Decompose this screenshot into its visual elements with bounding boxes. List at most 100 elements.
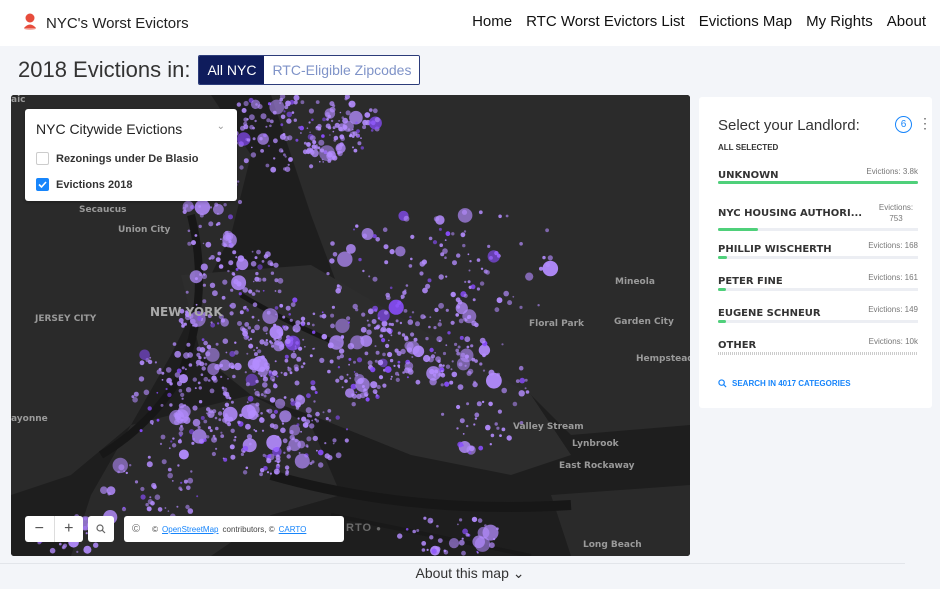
- eviction-dot: [400, 348, 406, 355]
- checkbox-evictions-2018[interactable]: [36, 178, 49, 191]
- eviction-dot: [177, 439, 182, 444]
- eviction-dot: [395, 377, 400, 382]
- eviction-dot: [355, 308, 359, 312]
- checkbox-rezonings[interactable]: [36, 152, 49, 165]
- eviction-dot: [313, 145, 319, 150]
- filter-title: 2018 Evictions in:: [18, 57, 191, 82]
- eviction-dot: [542, 260, 559, 277]
- eviction-dot: [212, 434, 216, 438]
- category-item[interactable]: PETER FINE Evictions: 161: [718, 271, 918, 291]
- eviction-dot: [367, 360, 373, 366]
- eviction-dot: [537, 304, 540, 307]
- category-item[interactable]: UNKNOWN Evictions: 3.8k: [718, 165, 918, 185]
- eviction-dot: [353, 371, 356, 373]
- nav-my-rights[interactable]: My Rights: [806, 13, 873, 30]
- eviction-dot: [178, 374, 188, 384]
- category-bar: [718, 228, 918, 231]
- eviction-dot: [366, 329, 372, 335]
- eviction-dot: [342, 120, 354, 132]
- search-icon: [96, 524, 106, 534]
- nav-evictions-map[interactable]: Evictions Map: [699, 13, 792, 30]
- eviction-dot: [229, 311, 234, 316]
- eviction-dot: [234, 362, 242, 371]
- eviction-dot: [253, 429, 256, 431]
- eviction-dot: [512, 295, 515, 298]
- category-item[interactable]: PHILLIP WISCHERTH Evictions: 168: [718, 239, 918, 259]
- eviction-dot: [409, 315, 412, 319]
- eviction-dot: [255, 346, 259, 349]
- search-categories-link[interactable]: SEARCH IN 4017 CATEGORIES: [718, 379, 851, 388]
- eviction-dot: [239, 413, 243, 417]
- category-item[interactable]: NYC HOUSING AUTHORI... Evictions: 753: [718, 202, 918, 231]
- eviction-dot: [431, 548, 437, 554]
- eviction-dot: [525, 390, 530, 394]
- eviction-dot: [340, 136, 346, 141]
- eviction-dot: [335, 452, 342, 459]
- eviction-dot: [240, 452, 244, 456]
- all-nyc-button[interactable]: All NYC: [199, 56, 265, 84]
- eviction-dot: [473, 380, 476, 384]
- brand[interactable]: NYC's Worst Evictors: [22, 12, 189, 35]
- eviction-dot: [146, 461, 153, 468]
- nav-about[interactable]: About: [887, 13, 926, 30]
- eviction-dot: [309, 354, 313, 358]
- eviction-dot: [311, 323, 315, 327]
- layer-dropdown[interactable]: NYC Citywide Evictions: [36, 121, 182, 137]
- nav-rtc-worst-evictors-list[interactable]: RTC Worst Evictors List: [526, 13, 685, 30]
- eviction-dot: [311, 419, 314, 422]
- eviction-dot: [466, 424, 469, 428]
- about-this-map-toggle[interactable]: About this map ⌄: [0, 565, 940, 582]
- category-value: Evictions: 149: [868, 305, 918, 314]
- map-label-new-york: NEW YORK: [150, 305, 223, 319]
- eviction-dot: [173, 412, 179, 418]
- eviction-dot: [434, 352, 436, 354]
- eviction-dot: [322, 411, 325, 414]
- eviction-dot: [198, 356, 202, 360]
- eviction-dot: [190, 470, 193, 473]
- category-item[interactable]: OTHER Evictions: 10k: [718, 335, 918, 355]
- eviction-dot: [345, 388, 355, 398]
- eviction-dot: [476, 401, 482, 407]
- openstreetmap-link[interactable]: OpenStreetMap: [162, 525, 218, 534]
- eviction-dot: [199, 273, 202, 276]
- zoom-in-button[interactable]: +: [55, 516, 84, 542]
- eviction-dot: [518, 365, 524, 371]
- eviction-dot: [306, 393, 311, 399]
- eviction-dot: [167, 510, 170, 512]
- eviction-dot: [329, 258, 335, 264]
- eviction-dot: [269, 124, 272, 128]
- nav-home[interactable]: Home: [472, 13, 512, 30]
- eviction-dot: [524, 378, 528, 382]
- eviction-dot: [444, 381, 450, 387]
- eviction-dot: [300, 100, 305, 105]
- zoom-out-button[interactable]: −: [25, 516, 55, 542]
- layer-evictions-2018[interactable]: Evictions 2018: [36, 178, 132, 191]
- rtc-eligible-zipcodes-button[interactable]: RTC-Eligible Zipcodes: [264, 56, 420, 84]
- eviction-dot: [313, 400, 316, 403]
- attribution-icon[interactable]: ©: [132, 523, 140, 535]
- more-vertical-icon[interactable]: ⋮: [918, 115, 932, 132]
- eviction-dot: [276, 328, 282, 334]
- eviction-dot: [309, 462, 313, 465]
- map-search-button[interactable]: [88, 516, 114, 542]
- eviction-dot: [512, 401, 518, 407]
- eviction-dot: [254, 324, 260, 331]
- eviction-dot: [222, 279, 228, 285]
- eviction-dot: [377, 359, 384, 366]
- layer-rezonings[interactable]: Rezonings under De Blasio: [36, 152, 198, 165]
- eviction-dot: [539, 266, 543, 271]
- eviction-dot: [374, 117, 380, 123]
- eviction-dot: [286, 454, 291, 459]
- eviction-dot: [410, 332, 415, 337]
- carto-link[interactable]: CARTO: [279, 525, 307, 534]
- category-item[interactable]: EUGENE SCHNEUR Evictions: 149: [718, 303, 918, 323]
- eviction-dot: [489, 443, 492, 446]
- eviction-dot: [390, 334, 393, 337]
- eviction-dot: [369, 108, 373, 112]
- eviction-dot: [525, 272, 534, 281]
- eviction-dot: [447, 331, 451, 335]
- chevron-down-icon[interactable]: ⌄: [217, 121, 225, 132]
- eviction-dot: [241, 327, 246, 333]
- eviction-dot: [265, 332, 268, 335]
- eviction-dot: [284, 354, 289, 359]
